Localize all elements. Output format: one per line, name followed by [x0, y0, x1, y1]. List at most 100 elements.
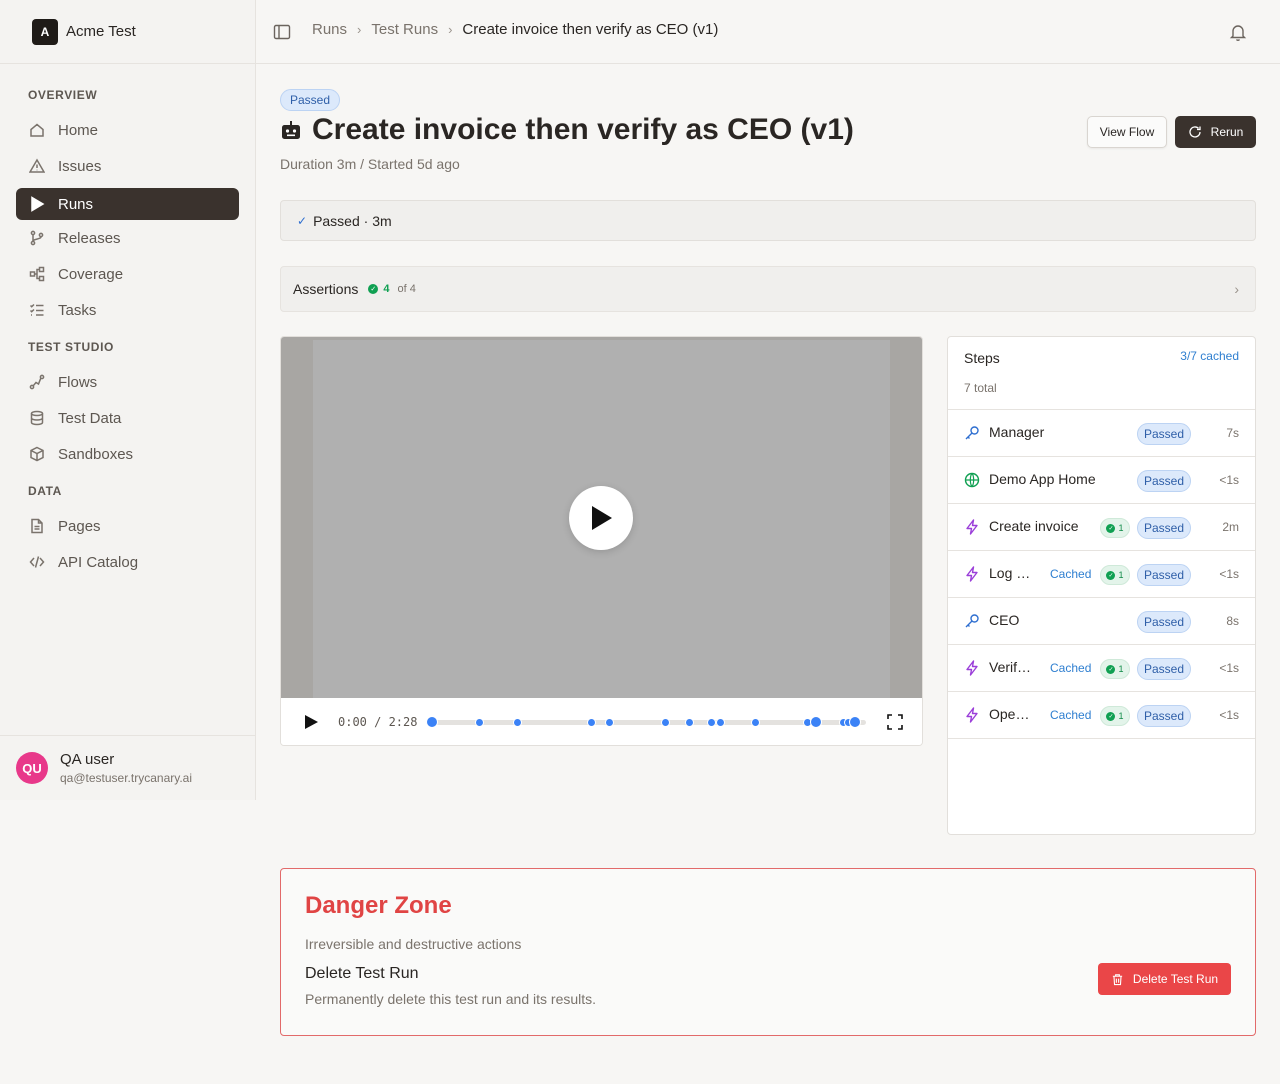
breadcrumb-test-runs[interactable]: Test Runs	[371, 21, 438, 38]
timeline-marker[interactable]	[426, 716, 438, 728]
check-circle-icon: ✓	[1106, 711, 1116, 721]
sidebar-item-coverage[interactable]: Coverage	[16, 258, 239, 290]
breadcrumb-runs[interactable]: Runs	[312, 21, 347, 38]
sidebar-item-pages[interactable]: Pages	[16, 510, 239, 542]
sidebar-item-releases[interactable]: Releases	[16, 222, 239, 254]
delete-run-description: Permanently delete this test run and its…	[305, 991, 597, 1007]
assertions-panel[interactable]: Assertions ✓ 4 of 4 ›	[280, 266, 1256, 312]
step-cached-label: Cached	[1050, 661, 1092, 675]
timeline-marker[interactable]	[513, 718, 522, 727]
steps-panel: Steps 3/7 cached 7 total Manager Passed 7s…	[947, 336, 1256, 835]
run-status-text: Passed · 3m	[313, 212, 392, 229]
run-status-bar: ✓ Passed · 3m	[280, 200, 1256, 241]
step-status-badge: Passed	[1137, 611, 1191, 633]
check-icon: ✓	[297, 213, 308, 228]
user-menu[interactable]: QU QA user qa@testuser.trycanary.ai	[0, 735, 255, 800]
sidebar-item-runs[interactable]: Runs	[16, 188, 239, 220]
danger-zone-subtitle: Irreversible and destructive actions	[305, 936, 522, 952]
database-icon	[28, 409, 46, 427]
step-row[interactable]: Demo App Home Passed <1s	[948, 457, 1255, 504]
lightning-icon	[964, 707, 980, 723]
timeline-marker[interactable]	[605, 718, 614, 727]
timeline-marker[interactable]	[661, 718, 670, 727]
chevron-right-icon: ›	[357, 22, 362, 37]
file-icon	[28, 517, 46, 535]
rerun-button[interactable]: Rerun	[1175, 116, 1256, 148]
delete-test-run-button[interactable]: Delete Test Run	[1098, 963, 1231, 995]
check-circle-icon: ✓	[1106, 523, 1116, 533]
step-row[interactable]: Verif… Cached ✓ 1 Passed <1s	[948, 645, 1255, 692]
sidebar-item-flows[interactable]: Flows	[16, 366, 239, 398]
workflow-icon	[28, 265, 46, 283]
key-icon	[964, 613, 980, 629]
run-meta: Duration 3m / Started 5d ago	[280, 156, 460, 172]
step-duration: <1s	[1219, 473, 1239, 487]
timeline-marker[interactable]	[685, 718, 694, 727]
timeline-marker[interactable]	[810, 716, 822, 728]
step-row[interactable]: Create invoice ✓ 1 Passed 2m	[948, 504, 1255, 551]
timeline-marker[interactable]	[587, 718, 596, 727]
fullscreen-icon[interactable]	[887, 714, 903, 730]
sidebar-item-label: Flows	[58, 373, 98, 391]
trash-icon	[1112, 973, 1123, 985]
topbar: Runs › Test Runs › Create invoice then v…	[256, 0, 1280, 64]
step-row[interactable]: Manager Passed 7s	[948, 410, 1255, 457]
sidebar-item-test-data[interactable]: Test Data	[16, 402, 239, 434]
step-duration: <1s	[1219, 567, 1239, 581]
code-icon	[28, 553, 46, 571]
step-cached-label: Cached	[1050, 708, 1092, 722]
view-flow-button[interactable]: View Flow	[1087, 116, 1167, 148]
sidebar-toggle-icon[interactable]	[273, 23, 291, 41]
section-title-overview: OVERVIEW	[28, 88, 98, 102]
step-row[interactable]: CEO Passed 8s	[948, 598, 1255, 645]
workspace-switcher[interactable]: A Acme Test	[0, 0, 255, 64]
section-title-test-studio: TEST STUDIO	[28, 340, 114, 354]
sidebar-item-label: API Catalog	[58, 553, 139, 571]
step-status-badge: Passed	[1137, 517, 1191, 539]
chevron-right-icon: ›	[1234, 281, 1239, 297]
video-progress-track[interactable]	[426, 716, 866, 728]
timeline-marker[interactable]	[475, 718, 484, 727]
step-status-badge: Passed	[1137, 658, 1191, 680]
checklist-icon	[28, 301, 46, 319]
sidebar-item-label: Sandboxes	[58, 445, 134, 463]
sidebar-item-label: Releases	[58, 229, 121, 247]
video-frame[interactable]	[281, 337, 922, 698]
step-assertion-count: ✓ 1	[1100, 659, 1130, 679]
timeline-marker[interactable]	[707, 718, 716, 727]
bell-icon[interactable]	[1228, 22, 1248, 42]
step-assertion-count: ✓ 1	[1100, 565, 1130, 585]
assertions-passed-count: 4	[383, 283, 390, 295]
step-row[interactable]: Ope… Cached ✓ 1 Passed <1s	[948, 692, 1255, 739]
timeline-marker[interactable]	[751, 718, 760, 727]
step-name: Manager	[989, 424, 1045, 440]
danger-zone: Danger Zone Irreversible and destructive…	[280, 868, 1256, 1036]
timeline-marker[interactable]	[716, 718, 725, 727]
step-name: Ope…	[989, 706, 1030, 722]
play-overlay-button[interactable]	[569, 486, 633, 550]
sidebar-item-label: Test Data	[58, 409, 122, 427]
step-assertion-count: ✓ 1	[1100, 706, 1130, 726]
sidebar-item-home[interactable]: Home	[16, 114, 239, 146]
workspace-name: Acme Test	[66, 23, 136, 40]
step-status-badge: Passed	[1137, 564, 1191, 586]
delete-test-run-label: Delete Test Run	[1132, 972, 1219, 986]
user-name: QA user	[60, 751, 115, 768]
play-icon[interactable]	[303, 714, 319, 730]
page-title: Create invoice then verify as CEO (v1)	[312, 113, 854, 146]
sidebar-item-sandboxes[interactable]: Sandboxes	[16, 438, 239, 470]
key-icon	[964, 425, 980, 441]
step-cached-label: Cached	[1050, 567, 1092, 581]
sidebar-item-issues[interactable]: Issues	[16, 150, 239, 182]
route-icon	[28, 373, 46, 391]
check-circle-icon: ✓	[368, 284, 379, 294]
step-name: Log …	[989, 565, 1031, 581]
lightning-icon	[964, 519, 980, 535]
step-name: Verif…	[989, 659, 1032, 675]
step-row[interactable]: Log … Cached ✓ 1 Passed <1s	[948, 551, 1255, 598]
timeline-marker[interactable]	[849, 716, 861, 728]
sidebar-item-label: Tasks	[58, 301, 97, 319]
sidebar-item-api-catalog[interactable]: API Catalog	[16, 546, 239, 578]
workspace-logo: A	[32, 18, 58, 45]
sidebar-item-tasks[interactable]: Tasks	[16, 294, 239, 326]
